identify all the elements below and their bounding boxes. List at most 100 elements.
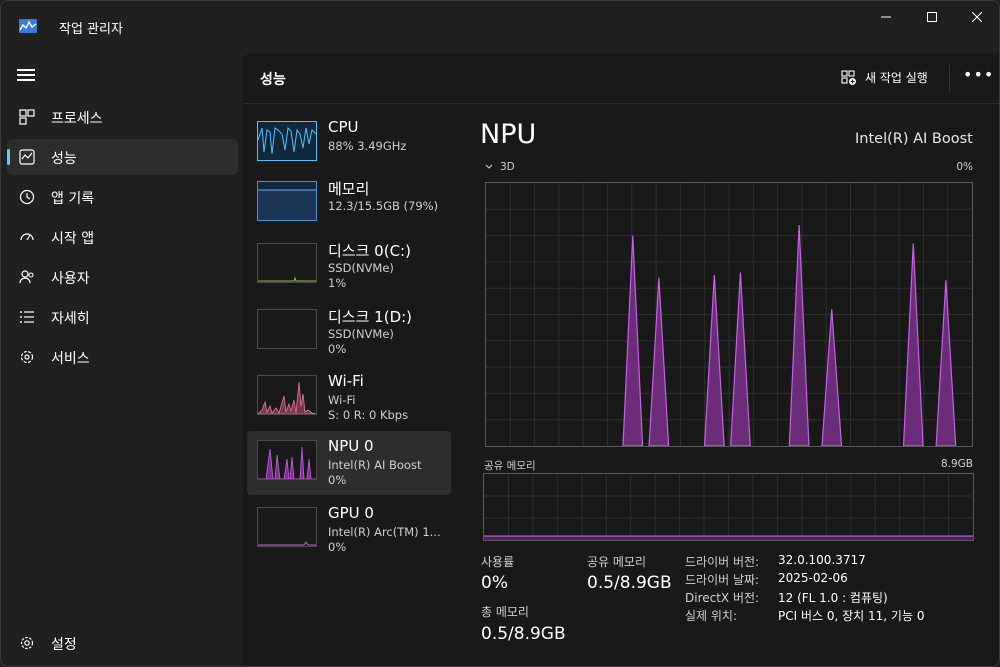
app-history-icon [19, 189, 35, 205]
resource-name: 디스크 1(D:) [328, 308, 413, 326]
utilization-label: 사용률 [481, 555, 515, 569]
maximize-button[interactable] [909, 1, 955, 33]
run-task-icon [841, 69, 856, 85]
sidebar-item-label: 서비스 [51, 351, 90, 367]
resource-item-memory[interactable]: 메모리 12.3/15.5GB (79%) [247, 175, 451, 239]
detail-device-name: Intel(R) AI Boost [855, 131, 973, 147]
resource-name: GPU 0 [328, 504, 374, 522]
shared-memory-value: 0.5/8.9GB [587, 573, 672, 593]
more-options-button[interactable]: ••• [963, 65, 994, 84]
npu-usage-peak [788, 225, 810, 447]
resource-name: NPU 0 [328, 437, 374, 455]
resource-item-wifi[interactable]: Wi-Fi Wi-Fi S: 0 R: 0 Kbps [247, 369, 451, 433]
resource-detail: 88% 3.49GHz [328, 139, 407, 153]
sidebar-item-details[interactable]: 자세히 [7, 299, 238, 335]
sidebar-item-label: 사용자 [51, 271, 90, 287]
resource-detail: 0% [328, 540, 347, 554]
resource-name: CPU [328, 118, 359, 136]
close-button[interactable] [954, 1, 999, 33]
resource-detail: 0% [328, 342, 347, 356]
npu-usage-peak [902, 243, 924, 447]
header-divider [949, 65, 950, 93]
cpu-thumbnail-graph [257, 121, 317, 161]
run-new-task-button[interactable]: 새 작업 실행 [841, 69, 928, 86]
minimize-icon [881, 16, 891, 18]
resource-detail: Intel(R) Arc(TM) 1... [328, 525, 441, 539]
title-bar: 작업 관리자 [1, 1, 999, 53]
resource-detail: 1% [328, 276, 347, 290]
settings-label: 설정 [51, 637, 77, 653]
sidebar-item-processes[interactable]: 프로세스 [7, 99, 238, 135]
physical-location-label: 실제 위치: [685, 609, 738, 623]
shared-memory-graph-label: 공유 메모리 [484, 460, 536, 472]
shared-memory-max-label: 8.9GB [940, 458, 973, 470]
directx-version-label: DirectX 버전: [685, 591, 760, 605]
sidebar-item-app-history[interactable]: 앱 기록 [7, 179, 238, 215]
driver-version-value: 32.0.100.3717 [778, 553, 866, 567]
close-icon [972, 12, 982, 22]
engine-label: 3D [500, 161, 515, 173]
resource-detail: 0% [328, 473, 347, 487]
resource-item-gpu0[interactable]: GPU 0 Intel(R) Arc(TM) 1... 0% [247, 501, 451, 565]
chevron-down-icon [485, 164, 493, 169]
sidebar-item-services[interactable]: 서비스 [7, 339, 238, 375]
gpu-thumbnail-graph [257, 507, 317, 547]
minimize-button[interactable] [863, 1, 909, 33]
disk1-thumbnail-graph [257, 309, 317, 349]
sidebar-item-settings[interactable]: 설정 [7, 625, 238, 661]
sidebar: 프로세스 성능 앱 기록 시작 앱 사용자 자세히 서비스 설정 [1, 53, 243, 666]
npu-usage-peak [648, 277, 670, 447]
sidebar-item-label: 시작 앱 [51, 231, 95, 247]
physical-location-value: PCI 버스 0, 장치 11, 기능 0 [778, 609, 925, 623]
sidebar-item-label: 성능 [51, 151, 77, 167]
resource-item-disk0[interactable]: 디스크 0(C:) SSD(NVMe) 1% [247, 237, 451, 301]
hamburger-menu-icon[interactable] [17, 69, 35, 83]
driver-date-label: 드라이버 날짜: [685, 573, 760, 587]
gear-icon [20, 636, 34, 650]
details-icon [20, 311, 34, 323]
services-icon [20, 350, 34, 364]
resource-name: 메모리 [328, 180, 370, 198]
sidebar-item-users[interactable]: 사용자 [7, 259, 238, 295]
sidebar-item-performance[interactable]: 성능 [7, 139, 238, 175]
resource-detail: S: 0 R: 0 Kbps [328, 408, 409, 422]
disk0-thumbnail-graph [257, 243, 317, 283]
resource-detail: Intel(R) AI Boost [328, 458, 422, 472]
shared-memory-graph [483, 473, 974, 541]
task-manager-window: 작업 관리자 프로세스 성능 앱 기록 시작 앱 사용자 자세히 서비스 설정 … [0, 0, 1000, 667]
engine-max-label: 0% [956, 161, 973, 173]
resource-detail: SSD(NVMe) [328, 327, 394, 341]
main-panel: 성능 새 작업 실행 ••• CPU 88% 3.49GHz 메모리 12.3/… [243, 53, 999, 666]
task-manager-app-icon [19, 19, 37, 33]
resource-item-cpu[interactable]: CPU 88% 3.49GHz [247, 115, 451, 179]
sidebar-item-startup-apps[interactable]: 시작 앱 [7, 219, 238, 255]
total-memory-label: 총 메모리 [481, 605, 529, 619]
processes-icon [19, 109, 35, 125]
engine-selector[interactable]: 3D [484, 161, 515, 173]
shared-memory-chart [484, 474, 973, 540]
resource-detail: 12.3/15.5GB (79%) [328, 199, 439, 213]
shared-memory-label: 공유 메모리 [587, 555, 647, 569]
resource-item-disk1[interactable]: 디스크 1(D:) SSD(NVMe) 0% [247, 303, 451, 367]
page-title: 성능 [260, 72, 286, 88]
resource-detail: SSD(NVMe) [328, 261, 394, 275]
main-header: 성능 새 작업 실행 ••• [243, 53, 999, 104]
utilization-value: 0% [481, 573, 508, 593]
resource-name: 디스크 0(C:) [328, 242, 411, 260]
directx-version-value: 12 (FL 1.0 : 컴퓨팅) [778, 591, 888, 605]
sidebar-item-label: 프로세스 [51, 111, 103, 127]
driver-date-value: 2025-02-06 [778, 571, 848, 585]
memory-thumbnail-graph [257, 181, 317, 221]
detail-title: NPU [480, 119, 537, 150]
resource-detail: Wi-Fi [328, 393, 356, 407]
npu-usage-peak [703, 275, 725, 447]
sidebar-item-label: 자세히 [51, 311, 90, 327]
active-indicator [7, 149, 10, 165]
startup-apps-icon [20, 233, 34, 241]
resource-item-npu0[interactable]: NPU 0 Intel(R) AI Boost 0% [247, 431, 451, 495]
users-icon [19, 270, 34, 284]
total-memory-value: 0.5/8.9GB [481, 624, 566, 644]
maximize-icon [927, 12, 937, 22]
wifi-thumbnail-graph [257, 375, 317, 415]
npu-usage-chart [486, 183, 972, 447]
